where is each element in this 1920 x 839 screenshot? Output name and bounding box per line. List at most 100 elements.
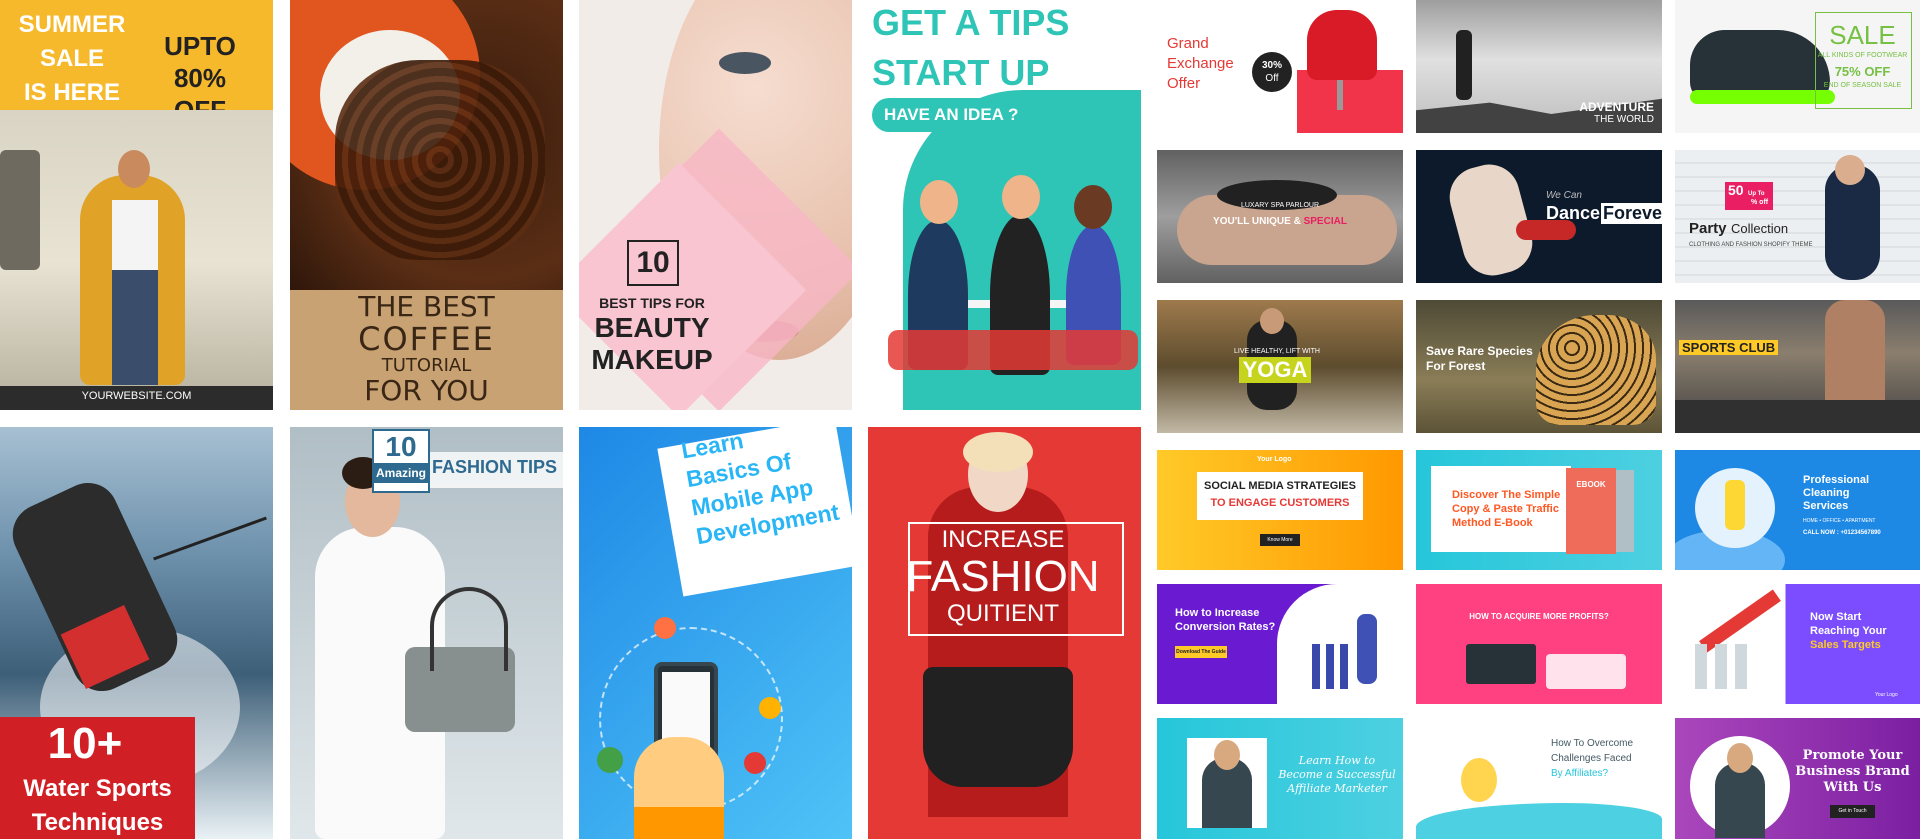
- grand-exchange-tile[interactable]: Grand Exchange Offer 30% Off: [1157, 0, 1403, 133]
- model-skirt: [923, 667, 1073, 787]
- badge-pct: 30%: [1261, 60, 1282, 71]
- hiker: [1456, 30, 1472, 100]
- cleaning-tile[interactable]: Professional Cleaning Services HOME • OF…: [1675, 450, 1920, 570]
- profits-tile[interactable]: HOW TO ACQUIRE MORE PROFITS?: [1416, 584, 1662, 704]
- ebook-spine: [1616, 470, 1634, 552]
- mobile-app-tile[interactable]: Learn Basics Of Mobile App Development: [579, 427, 852, 839]
- coffee-line: FOR YOU: [364, 374, 489, 407]
- fashion-title: FASHION TIPS: [432, 457, 558, 477]
- yoga-small: LIVE HEALTHY, LIFT WITH: [1234, 348, 1320, 355]
- coffee-text: THE BEST COFFEE TUTORIAL FOR YOU: [290, 292, 563, 406]
- grand-line: Offer: [1167, 75, 1201, 92]
- party-model-head: [1835, 155, 1865, 185]
- bar-chart-illustration: [1312, 644, 1352, 689]
- spa-small: LUXARY SPA PARLOUR: [1240, 202, 1320, 209]
- affiliates-text: How To Overcome Challenges Faced By Affi…: [1551, 736, 1633, 781]
- fashion-quotient-tile[interactable]: INCREASE FASHION QUITIENT: [868, 427, 1141, 839]
- fashion-amazing: Amazing: [374, 463, 428, 483]
- ebook-tile[interactable]: Discover The Simple Copy & Paste Traffic…: [1416, 450, 1662, 570]
- affiliate-line: Learn How to: [1298, 754, 1376, 767]
- grand-line: Exchange: [1167, 55, 1234, 72]
- cleaner-figure: [1725, 480, 1745, 530]
- adventure-title: ADVENTURE: [1579, 100, 1654, 114]
- coffee-beans: [335, 60, 545, 260]
- promote-line: Promote Your: [1802, 748, 1903, 763]
- bars-illustration: [1695, 644, 1775, 689]
- footwear-sale: SALE: [1829, 20, 1896, 50]
- model-head: [118, 150, 150, 188]
- sports-club-tile[interactable]: SPORTS CLUB: [1675, 300, 1920, 433]
- chair-base: [1337, 80, 1343, 110]
- affiliates-tile[interactable]: How To Overcome Challenges Faced By Affi…: [1416, 718, 1662, 839]
- adventure-sub: THE WORLD: [1594, 114, 1654, 125]
- water-sports-tile[interactable]: 10+ Water Sports Techniques: [0, 427, 273, 839]
- sports-club-title: SPORTS CLUB: [1679, 340, 1779, 355]
- cleaning-line: Cleaning: [1803, 487, 1850, 499]
- yoga-tile[interactable]: LIVE HEALTHY, LIFT WITH YOGA: [1157, 300, 1403, 433]
- party-upto: Up To: [1748, 191, 1765, 197]
- person-left-head: [920, 180, 958, 224]
- person-right-head: [1074, 185, 1112, 229]
- adventure-tile[interactable]: ADVENTURE THE WORLD: [1416, 0, 1662, 133]
- social-media-tile[interactable]: Your Logo SOCIAL MEDIA STRATEGIES TO ENG…: [1157, 450, 1403, 570]
- hand: [634, 737, 724, 817]
- cheetah: [1536, 315, 1656, 425]
- ebook-line: Discover The Simple: [1452, 489, 1561, 501]
- affiliate-line: Become a Successful: [1278, 768, 1396, 781]
- conversion-text: How to Increase Conversion Rates?: [1175, 606, 1275, 634]
- spa-tile[interactable]: LUXARY SPA PARLOUR YOU'LL UNIQUE & SPECI…: [1157, 150, 1403, 283]
- app-icon-like: [654, 617, 676, 639]
- discount-badge: 30% Off: [1252, 52, 1292, 92]
- fashion-tips-tile[interactable]: 10 Amazing FASHION TIPS: [290, 427, 563, 839]
- headline-line: IS HERE: [23, 79, 121, 106]
- bulb-illustration: [1461, 758, 1497, 802]
- suit-man: [1715, 763, 1765, 838]
- hand-sleeve: [634, 807, 724, 839]
- party-tile[interactable]: 50 Up To % off Party Collection CLOTHING…: [1675, 150, 1920, 283]
- tips-startup-tile[interactable]: GET A TIPS START UP HAVE AN IDEA ?: [868, 0, 1141, 410]
- conversion-line: Conversion Rates?: [1175, 621, 1276, 633]
- cleaning-line: Professional: [1803, 474, 1870, 486]
- sales-line: Reaching Your: [1810, 625, 1887, 637]
- cleaning-sub: HOME • OFFICE • APARTMENT: [1803, 518, 1876, 524]
- social-button[interactable]: Know More: [1260, 534, 1300, 546]
- affiliate-marketer-tile[interactable]: Learn How to Become a Successful Affilia…: [1157, 718, 1403, 839]
- social-logo: Your Logo: [1257, 456, 1292, 463]
- beauty-tile[interactable]: 10 BEST TIPS FOR BEAUTY MAKEUP: [579, 0, 852, 410]
- footwear-tile[interactable]: SALE ALL KINDS OF FOOTWEAR 75% OFF END O…: [1675, 0, 1920, 133]
- sales-accent: Sales Targets: [1810, 639, 1881, 651]
- quotient-line: FASHION: [906, 552, 1100, 601]
- blue-waves: [1416, 803, 1662, 839]
- quotient-line: INCREASE: [941, 526, 1065, 553]
- species-line: Save Rare Species: [1426, 344, 1533, 358]
- coffee-tile[interactable]: THE BEST COFFEE TUTORIAL FOR YOU: [290, 0, 563, 410]
- species-tile[interactable]: Save Rare Species For Forest: [1416, 300, 1662, 433]
- party-word: Party: [1689, 220, 1727, 237]
- party-num: 50: [1728, 182, 1744, 198]
- beauty-title-line: MAKEUP: [591, 344, 713, 375]
- red-chair: [1307, 10, 1377, 80]
- chairs: [888, 330, 1138, 370]
- conversion-tile[interactable]: How to Increase Conversion Rates? Downlo…: [1157, 584, 1403, 704]
- species-text: Save Rare Species For Forest: [1426, 344, 1533, 374]
- coffee-line: TUTORIAL: [381, 355, 472, 376]
- party-title: Party Collection: [1689, 220, 1788, 238]
- ebook-text: Discover The Simple Copy & Paste Traffic…: [1452, 488, 1560, 530]
- promote-button[interactable]: Get in Touch: [1830, 805, 1875, 818]
- grand-line: Grand: [1167, 35, 1209, 52]
- affiliates-line: How To Overcome: [1551, 738, 1634, 749]
- spa-accent: SPECIAL: [1303, 216, 1347, 227]
- summer-sale-tile[interactable]: SUMMER SALE IS HERE UPTO 80% OFF YOURWEB…: [0, 0, 273, 410]
- model-hair: [963, 432, 1033, 472]
- sales-targets-tile[interactable]: Now Start Reaching Your Sales Targets Yo…: [1675, 584, 1920, 704]
- quotient-line: QUITIENT: [947, 600, 1059, 627]
- desk-items: [1546, 654, 1626, 689]
- footwear-pct: 75% OFF: [1834, 64, 1891, 79]
- promote-tile[interactable]: Promote Your Business Brand With Us Get …: [1675, 718, 1920, 839]
- dance-tile[interactable]: We Can Dance Forever: [1416, 150, 1662, 283]
- laptop-illustration: [1466, 644, 1536, 684]
- conversion-button[interactable]: Download The Guide: [1175, 646, 1227, 658]
- affiliate-text: Learn How to Become a Successful Affilia…: [1272, 754, 1402, 796]
- party-off: % off: [1751, 199, 1769, 206]
- dance-we-can: We Can: [1546, 190, 1582, 201]
